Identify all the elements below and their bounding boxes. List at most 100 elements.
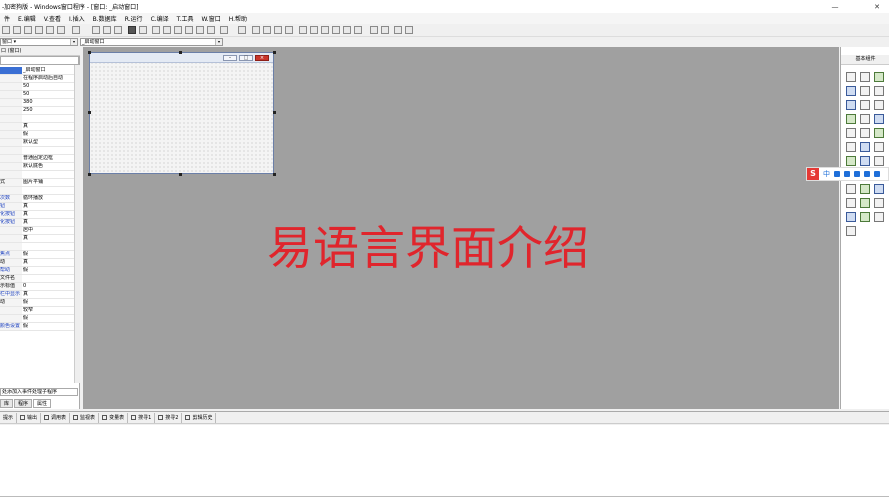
resize-handle[interactable] [88, 111, 91, 114]
property-row[interactable]: 假 [0, 315, 74, 323]
property-value[interactable]: 图片平铺 [22, 179, 74, 186]
property-value[interactable]: 默认底色 [22, 163, 74, 170]
property-value[interactable]: 50 [22, 83, 74, 90]
resize-handle[interactable] [179, 173, 182, 176]
minimize-button[interactable]: — [826, 0, 844, 13]
redo-icon[interactable] [57, 26, 65, 34]
property-row[interactable]: 默认型 [0, 139, 74, 147]
tab-search2[interactable]: 搜寻2 [155, 412, 183, 423]
copy-icon[interactable] [24, 26, 32, 34]
group-box-icon[interactable] [874, 100, 884, 110]
text-icon[interactable] [874, 86, 884, 96]
layout3-icon[interactable] [114, 26, 122, 34]
label-icon[interactable] [860, 86, 870, 96]
step-icon[interactable] [152, 26, 160, 34]
debug-icon[interactable] [196, 26, 204, 34]
resize-handle[interactable] [179, 51, 182, 54]
property-value[interactable]: 真 [22, 203, 74, 210]
property-value[interactable] [22, 275, 74, 282]
ime-skin-icon[interactable] [864, 171, 870, 177]
property-row[interactable]: 居中 [0, 227, 74, 235]
property-value[interactable]: 380 [22, 99, 74, 106]
property-value[interactable] [22, 171, 74, 178]
combo-box-icon[interactable] [860, 114, 870, 124]
property-value[interactable] [22, 187, 74, 194]
property-value[interactable] [22, 243, 74, 250]
property-row[interactable]: 真 [0, 123, 74, 131]
tab-watch[interactable]: 监视表 [70, 412, 100, 423]
align-left-icon[interactable] [252, 26, 260, 34]
property-value[interactable]: 普通固定边框 [22, 155, 74, 162]
tab-library[interactable]: 库 [0, 399, 14, 408]
property-row[interactable]: 示标值 0 [0, 283, 74, 291]
run-icon[interactable] [128, 26, 136, 34]
property-row[interactable]: 颜色设置假 [0, 323, 74, 331]
order-icon[interactable] [394, 26, 402, 34]
property-row[interactable] [0, 243, 74, 251]
property-value[interactable]: 居中 [22, 227, 74, 234]
scroll-h-icon[interactable] [846, 128, 856, 138]
resize-handle[interactable] [88, 173, 91, 176]
property-row[interactable]: 真 [0, 235, 74, 243]
picture-icon[interactable] [874, 72, 884, 82]
event-hint[interactable]: 处添加入事件处理子程序 [0, 388, 78, 396]
tab-call-stack[interactable]: 调用表 [41, 412, 71, 423]
object-type-select[interactable]: 窗口 ▾ ▾ [0, 38, 78, 46]
property-row[interactable]: 帮助假 [0, 267, 74, 275]
ime-logo-icon[interactable]: S [807, 168, 819, 180]
tab-clip-history[interactable]: 剪辑历史 [182, 412, 217, 423]
property-value[interactable]: 真 [22, 219, 74, 226]
stop-icon[interactable] [139, 26, 147, 34]
same-height-icon[interactable] [321, 26, 329, 34]
tab-properties[interactable]: 属性 [33, 399, 52, 408]
cut-icon[interactable] [13, 26, 21, 34]
shape-icon[interactable] [860, 142, 870, 152]
find-icon[interactable] [72, 26, 80, 34]
property-row[interactable]: 式图片平铺 [0, 179, 74, 187]
step-over-icon[interactable] [174, 26, 182, 34]
property-row[interactable]: 动真 [0, 259, 74, 267]
scroll-v-icon[interactable] [860, 128, 870, 138]
slider-icon[interactable] [860, 184, 870, 194]
property-row[interactable]: _启动窗口 [0, 67, 74, 75]
frame-icon[interactable] [874, 142, 884, 152]
list-box-icon[interactable] [846, 114, 856, 124]
menu-icon[interactable] [874, 198, 884, 208]
menu-view[interactable]: V.查看 [40, 14, 65, 23]
center-v-icon[interactable] [381, 26, 389, 34]
print-icon[interactable] [874, 212, 884, 222]
space-v-icon[interactable] [354, 26, 362, 34]
property-value[interactable]: 假 [22, 299, 74, 306]
pointer-icon[interactable] [846, 72, 856, 82]
step-out-icon[interactable] [185, 26, 193, 34]
image-box-icon[interactable] [860, 72, 870, 82]
align-center-icon[interactable] [299, 26, 307, 34]
object-name-select[interactable]: _启动窗口 ▾ [80, 38, 223, 46]
media-icon[interactable] [846, 226, 856, 236]
property-row[interactable]: 钮真 [0, 203, 74, 211]
property-value[interactable]: 真 [22, 291, 74, 298]
ime-mic-icon[interactable] [844, 171, 850, 177]
property-object-combo[interactable] [0, 56, 79, 65]
tab-search1[interactable]: 搜寻1 [128, 412, 156, 423]
property-value[interactable]: 250 [22, 107, 74, 114]
property-value[interactable]: 在程序启动后自动 [22, 75, 74, 82]
property-row[interactable]: 50 [0, 91, 74, 99]
property-row[interactable]: 380 [0, 99, 74, 107]
property-row[interactable]: 化按钮真 [0, 219, 74, 227]
property-row[interactable] [0, 171, 74, 179]
progress-icon[interactable] [874, 128, 884, 138]
property-value[interactable]: 假 [22, 131, 74, 138]
menu-database[interactable]: B.数据库 [89, 14, 121, 23]
property-row[interactable]: 假 [0, 131, 74, 139]
same-width-icon[interactable] [310, 26, 318, 34]
menu-window[interactable]: W.窗口 [198, 14, 225, 23]
property-value[interactable]: 较窄 [22, 307, 74, 314]
chevron-down-icon[interactable]: ▾ [70, 39, 77, 45]
property-value[interactable]: 真 [22, 235, 74, 242]
property-row[interactable]: 普通固定边框 [0, 155, 74, 163]
property-value[interactable]: 真 [22, 259, 74, 266]
tab-program[interactable]: 程序 [14, 399, 33, 408]
property-value[interactable] [22, 147, 74, 154]
timer-icon[interactable] [846, 156, 856, 166]
